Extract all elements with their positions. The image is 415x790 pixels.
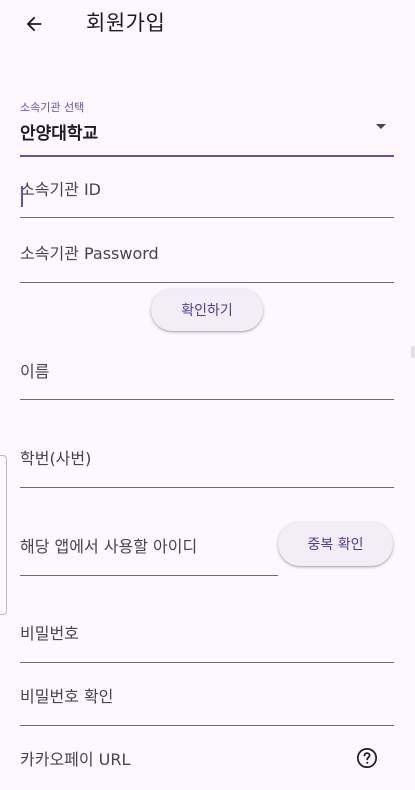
scroll-indicator [411, 346, 415, 358]
signup-screen: 회원가입 소속기관 선택 안양대학교 소속기관 ID 소속기관 Password… [0, 0, 415, 790]
org-select-dropdown[interactable]: 소속기관 선택 안양대학교 [20, 99, 394, 157]
password-confirm-underline [20, 725, 394, 726]
org-id-field[interactable]: 소속기관 ID [20, 170, 394, 218]
duplicate-check-button[interactable]: 중복 확인 [278, 522, 393, 566]
org-id-label: 소속기관 ID [20, 180, 102, 199]
password-confirm-label: 비밀번호 확인 [20, 687, 114, 706]
app-id-label: 해당 앱에서 사용할 아이디 [20, 537, 198, 556]
password-field[interactable]: 비밀번호 [20, 615, 394, 663]
org-select-label: 소속기관 선택 [20, 101, 85, 114]
org-select-value: 안양대학교 [20, 124, 99, 144]
password-confirm-field[interactable]: 비밀번호 확인 [20, 678, 394, 726]
password-underline [20, 662, 394, 663]
name-label: 이름 [20, 362, 50, 381]
verify-button[interactable]: 확인하기 [151, 289, 263, 331]
student-id-underline [20, 487, 394, 488]
org-password-underline [20, 282, 394, 283]
dropdown-arrow-icon [376, 124, 386, 129]
org-id-underline [20, 217, 394, 218]
app-id-underline [20, 575, 278, 576]
text-cursor [21, 186, 23, 207]
student-id-field[interactable]: 학번(사번) [20, 440, 394, 488]
arrow-back-icon [26, 16, 42, 32]
name-field[interactable]: 이름 [20, 352, 394, 400]
password-label: 비밀번호 [20, 624, 79, 643]
name-underline [20, 399, 394, 400]
org-select-underline [20, 155, 394, 157]
kakaopay-url-label: 카카오페이 URL [20, 750, 131, 769]
help-circle-icon[interactable] [355, 746, 379, 770]
app-bar: 회원가입 [0, 0, 415, 50]
back-button[interactable] [16, 6, 52, 42]
page-title: 회원가입 [86, 11, 166, 35]
app-id-field[interactable]: 해당 앱에서 사용할 아이디 [20, 527, 278, 576]
org-password-field[interactable]: 소속기관 Password [20, 235, 394, 283]
student-id-label: 학번(사번) [20, 449, 92, 468]
side-handle [0, 455, 7, 615]
kakaopay-url-field[interactable]: 카카오페이 URL [20, 741, 394, 781]
org-password-label: 소속기관 Password [20, 244, 159, 263]
